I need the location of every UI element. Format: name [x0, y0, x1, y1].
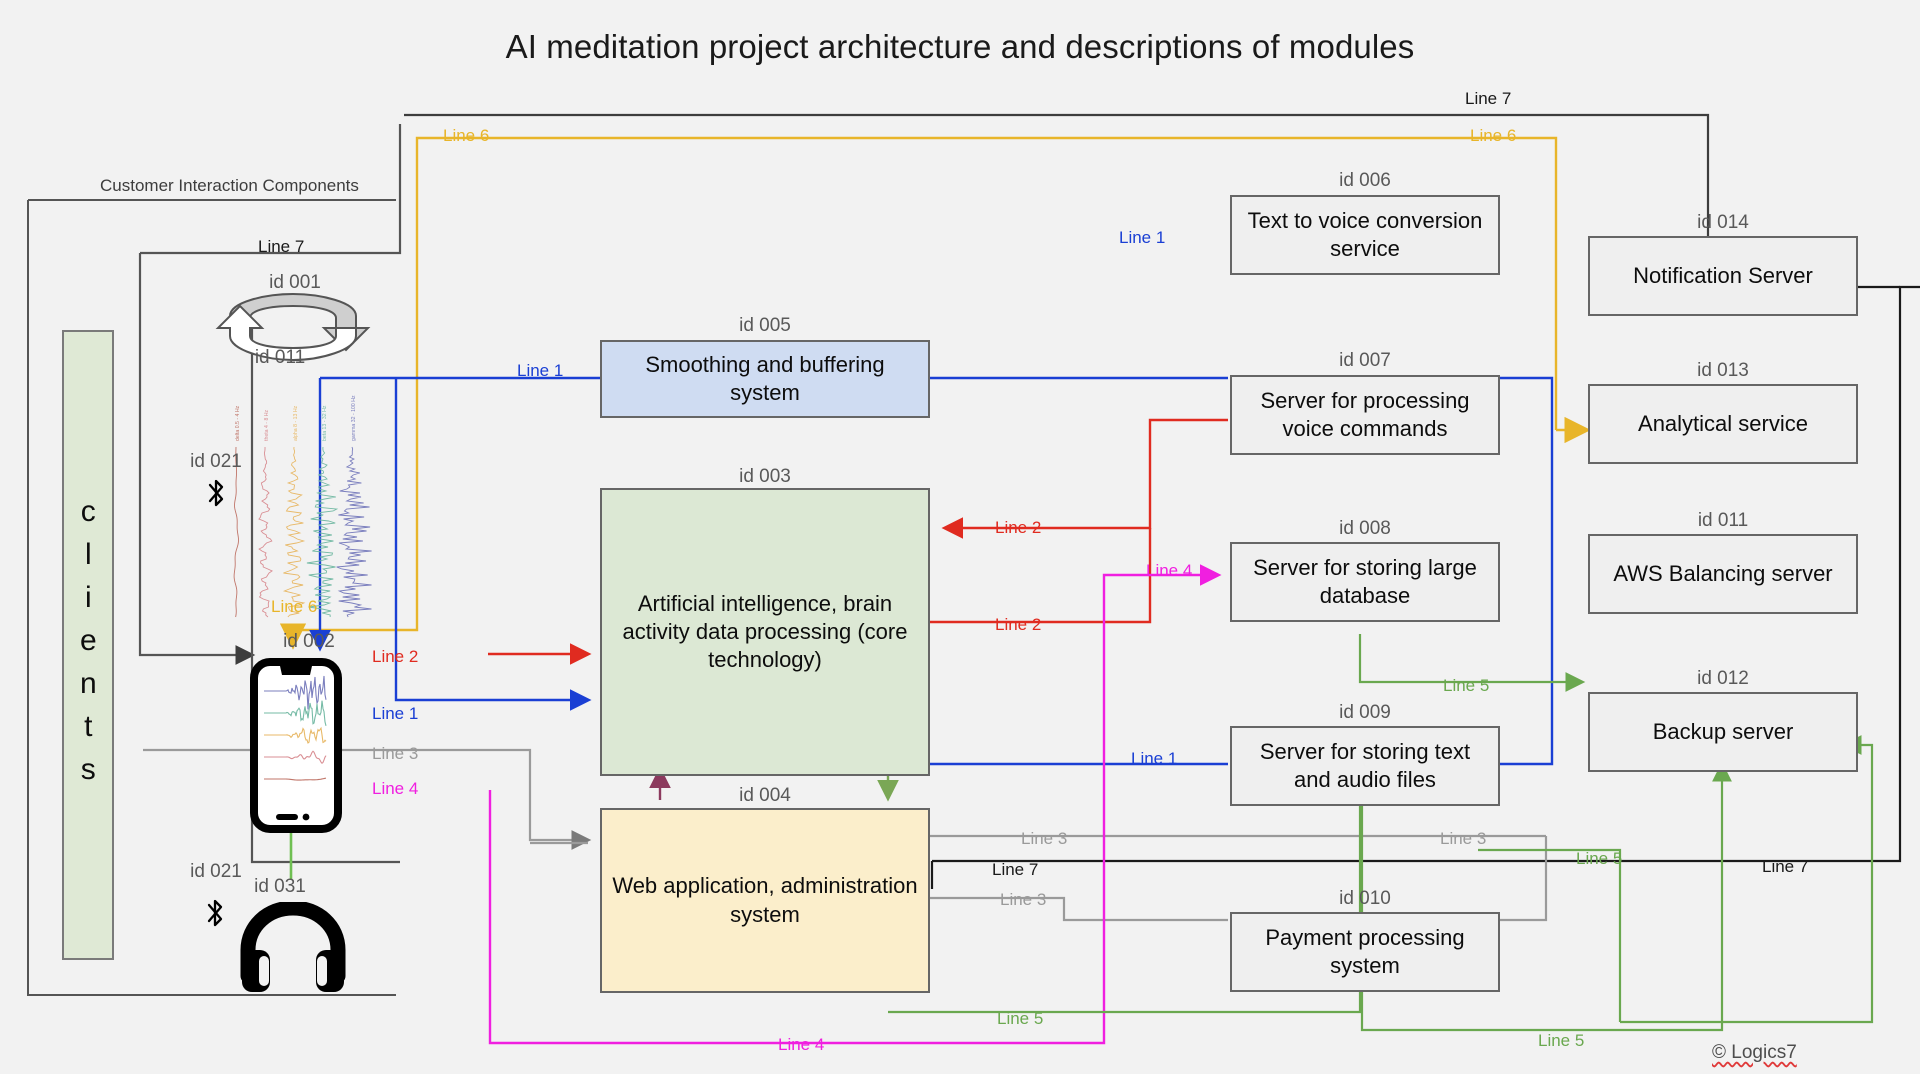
- node-voice-commands-server[interactable]: Server for processing voice commands: [1230, 375, 1500, 455]
- line-label-l3_mid2: Line 3: [1440, 829, 1487, 848]
- id-label-004: id 004: [739, 785, 791, 806]
- eeg-band-label: delta 0.5 - 4 Hz: [235, 405, 241, 441]
- bluetooth-icon-upper: [205, 478, 227, 512]
- line-label-l5_up: Line 5: [1443, 676, 1490, 695]
- eeg-band-trace: [282, 446, 306, 618]
- id-label-007: id 007: [1339, 350, 1391, 371]
- line-label-l1_files: Line 1: [1131, 749, 1178, 768]
- eeg-band-label: beta 13 - 32 Hz: [322, 405, 328, 441]
- eeg-band-label: theta 4 - 8 Hz: [264, 409, 270, 441]
- node-payment-processing[interactable]: Payment processing system: [1230, 912, 1500, 992]
- node-label: Analytical service: [1638, 410, 1808, 436]
- line-label-l5_bottom: Line 5: [997, 1009, 1044, 1028]
- node-text-to-voice[interactable]: Text to voice conversion service: [1230, 195, 1500, 275]
- id-label-010: id 010: [1339, 888, 1391, 909]
- eeg-bands-chart: delta 0.5 - 4 Hz theta 4 - 8 Hz alpha 8 - …: [222, 395, 372, 620]
- line-label-l1_smooth: Line 1: [517, 361, 564, 380]
- id-label-014: id 014: [1697, 212, 1749, 233]
- line-label-l2_out: Line 2: [995, 615, 1042, 634]
- id-label-011-aws: id 011: [1697, 510, 1749, 531]
- node-label: AWS Balancing server: [1613, 560, 1833, 586]
- node-label: Server for processing voice commands: [1260, 387, 1470, 441]
- node-label: Server for storing large database: [1253, 554, 1477, 608]
- eeg-band-trace: [306, 446, 339, 617]
- eeg-band-label: gamma 32 - 100 Hz: [351, 395, 357, 441]
- node-text-audio-files-server[interactable]: Server for storing text and audio files: [1230, 726, 1500, 806]
- clients-box[interactable]: clients: [62, 330, 114, 960]
- line-label-l7_top: Line 7: [1465, 89, 1512, 108]
- line-label-l2_left: Line 2: [372, 647, 419, 666]
- node-label: Smoothing and buffering system: [645, 351, 885, 405]
- line-label-l7_right: Line 7: [1762, 857, 1809, 876]
- line-label-l7_mid: Line 7: [992, 860, 1039, 879]
- line-label-l4_left: Line 4: [372, 779, 419, 798]
- node-label: Artificial intelligence, brain activity …: [622, 590, 908, 673]
- node-ai-core[interactable]: Artificial intelligence, brain activity …: [600, 488, 930, 776]
- line-label-l4_bottom: Line 4: [778, 1035, 825, 1054]
- node-notification-server[interactable]: Notification Server: [1588, 236, 1858, 316]
- node-backup-server[interactable]: Backup server: [1588, 692, 1858, 772]
- node-label: Web application, administration system: [612, 873, 918, 927]
- node-label: Payment processing system: [1265, 924, 1465, 978]
- id-label-003: id 003: [739, 466, 791, 487]
- line-label-l6_topright: Line 6: [1470, 126, 1517, 145]
- node-label: Text to voice conversion service: [1247, 207, 1483, 261]
- group-label-customer-interaction: Customer Interaction Components: [100, 176, 359, 195]
- line-label-l3_left: Line 3: [372, 744, 419, 763]
- node-smoothing-buffering[interactable]: Smoothing and buffering system: [600, 340, 930, 418]
- node-analytical-service[interactable]: Analytical service: [1588, 384, 1858, 464]
- line-label-l1_tts: Line 1: [1119, 228, 1166, 247]
- eeg-band-trace: [336, 446, 372, 618]
- node-label: Notification Server: [1633, 262, 1813, 288]
- node-web-application[interactable]: Web application, administration system: [600, 808, 930, 993]
- id-label-021-upper: id 021: [190, 451, 242, 472]
- line-label-l4_db: Line 4: [1146, 561, 1193, 580]
- eeg-band-trace: [258, 446, 273, 618]
- line-label-l6_phone: Line 6: [271, 597, 318, 616]
- id-label-002: id 002: [283, 631, 335, 652]
- node-aws-balancing-server[interactable]: AWS Balancing server: [1588, 534, 1858, 614]
- node-label: Backup server: [1652, 718, 1794, 744]
- node-large-database-server[interactable]: Server for storing large database: [1230, 542, 1500, 622]
- id-label-008: id 008: [1339, 518, 1391, 539]
- id-label-012: id 012: [1697, 668, 1749, 689]
- line-label-l3_mid: Line 3: [1021, 829, 1068, 848]
- id-label-009: id 009: [1339, 702, 1391, 723]
- line-label-l3_low: Line 3: [1000, 890, 1047, 909]
- bluetooth-icon-lower: [204, 898, 226, 932]
- id-label-011-eeg: id 011: [254, 347, 306, 368]
- id-label-005: id 005: [739, 315, 791, 336]
- headphones-icon[interactable]: [238, 900, 348, 992]
- eeg-band-label: alpha 8 - 13 Hz: [293, 405, 299, 441]
- id-label-013: id 013: [1697, 360, 1749, 381]
- line-label-l5_bottom2: Line 5: [1538, 1031, 1585, 1050]
- clients-label: clients: [71, 494, 105, 796]
- line-label-l5_mid: Line 5: [1576, 849, 1623, 868]
- id-label-006: id 006: [1339, 170, 1391, 191]
- line-label-l6_topleft: Line 6: [443, 126, 490, 145]
- line-label-l1_core: Line 1: [372, 704, 419, 723]
- node-label: Server for storing text and audio files: [1259, 738, 1471, 792]
- copyright-notice: © Logics7: [1712, 1042, 1797, 1063]
- id-label-031: id 031: [254, 876, 306, 897]
- line-label-l7_left: Line 7: [258, 237, 305, 256]
- smartphone-icon[interactable]: [250, 658, 342, 833]
- line-label-l2_right: Line 2: [995, 518, 1042, 537]
